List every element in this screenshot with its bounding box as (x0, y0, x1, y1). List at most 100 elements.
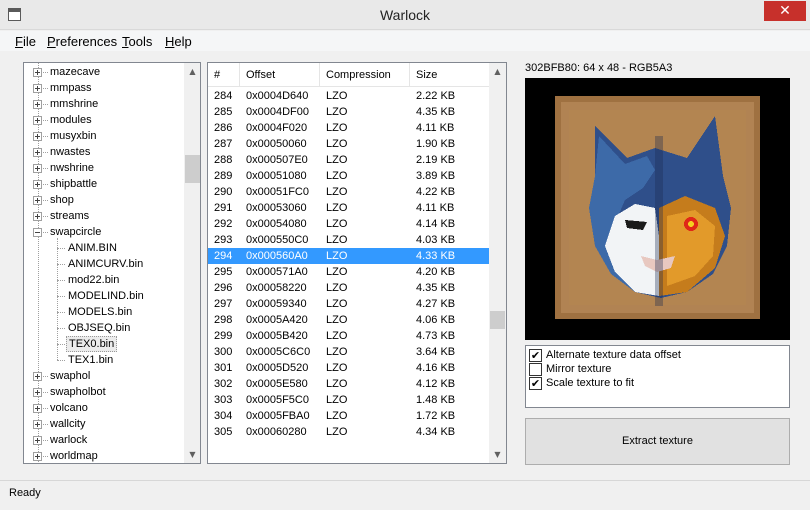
checkmark-icon[interactable]: ✔ (529, 377, 542, 390)
tree-file-item[interactable]: ANIMCURV.bin (24, 256, 182, 272)
scroll-up-icon[interactable]: ▲ (489, 63, 506, 80)
scroll-up-icon[interactable]: ▲ (184, 63, 200, 80)
list-row[interactable]: 292 0x00054080 LZO 4.14 KB (208, 216, 489, 232)
row-size: 4.73 KB (416, 330, 456, 342)
texture-image (555, 96, 760, 319)
row-number: 298 (214, 314, 233, 326)
expand-icon[interactable] (33, 212, 42, 221)
expand-icon[interactable] (33, 420, 42, 429)
list-row[interactable]: 290 0x00051FC0 LZO 4.22 KB (208, 184, 489, 200)
expand-icon[interactable] (33, 436, 42, 445)
expand-icon[interactable] (33, 100, 42, 109)
tree-folder-item[interactable]: musyxbin (24, 128, 182, 144)
scroll-thumb[interactable] (185, 155, 200, 183)
row-compression: LZO (326, 346, 348, 358)
tree-folder-item[interactable]: worldmap (24, 448, 182, 463)
list-row[interactable]: 295 0x000571A0 LZO 4.20 KB (208, 264, 489, 280)
file-tree[interactable]: mazecave mmpass mmshrine modules musyxbin nwa… (23, 62, 201, 464)
expand-icon[interactable] (33, 404, 42, 413)
column-header-number[interactable]: # (208, 63, 240, 87)
texture-caption: 302BFB80: 64 x 48 - RGB5A3 (525, 62, 673, 74)
expand-icon[interactable] (33, 84, 42, 93)
column-header-compression[interactable]: Compression (320, 63, 410, 87)
menu-tools[interactable]: Tools (122, 34, 152, 49)
row-size: 4.12 KB (416, 378, 456, 390)
list-row[interactable]: 286 0x0004F020 LZO 4.11 KB (208, 120, 489, 136)
tree-folder-item[interactable]: mmshrine (24, 96, 182, 112)
tree-file-item[interactable]: TEX1.bin (24, 352, 182, 368)
expand-icon[interactable] (33, 452, 42, 461)
scroll-down-icon[interactable]: ▼ (184, 446, 200, 463)
tree-folder-item[interactable]: swapcircle (24, 224, 182, 240)
row-number: 289 (214, 170, 233, 182)
list-row[interactable]: 288 0x000507E0 LZO 2.19 KB (208, 152, 489, 168)
expand-icon[interactable] (33, 180, 42, 189)
checkmark-icon[interactable]: ✔ (529, 349, 542, 362)
checkbox-box[interactable] (529, 363, 542, 376)
expand-icon[interactable] (33, 164, 42, 173)
row-offset: 0x0004D640 (246, 90, 309, 102)
tree-folder-item[interactable]: nwastes (24, 144, 182, 160)
tree-folder-item[interactable]: swaphol (24, 368, 182, 384)
list-row[interactable]: 287 0x00050060 LZO 1.90 KB (208, 136, 489, 152)
tree-file-item[interactable]: ANIM.BIN (24, 240, 182, 256)
tree-folder-item[interactable]: wallcity (24, 416, 182, 432)
list-row[interactable]: 299 0x0005B420 LZO 4.73 KB (208, 328, 489, 344)
list-row[interactable]: 304 0x0005FBA0 LZO 1.72 KB (208, 408, 489, 424)
list-row[interactable]: 300 0x0005C6C0 LZO 3.64 KB (208, 344, 489, 360)
tree-folder-item[interactable]: nwshrine (24, 160, 182, 176)
row-number: 304 (214, 410, 233, 422)
column-header-size[interactable]: Size (410, 63, 489, 87)
column-header-offset[interactable]: Offset (240, 63, 320, 87)
tree-file-item[interactable]: mod22.bin (24, 272, 182, 288)
tree-folder-item[interactable]: shipbattle (24, 176, 182, 192)
list-row[interactable]: 293 0x000550C0 LZO 4.03 KB (208, 232, 489, 248)
row-compression: LZO (326, 170, 348, 182)
close-icon[interactable]: ✕ (764, 1, 806, 21)
texture-list[interactable]: # Offset Compression Size 284 0x0004D640 L… (207, 62, 507, 464)
collapse-icon[interactable] (33, 228, 42, 237)
list-row[interactable]: 301 0x0005D520 LZO 4.16 KB (208, 360, 489, 376)
tree-folder-item[interactable]: modules (24, 112, 182, 128)
scroll-down-icon[interactable]: ▼ (489, 446, 506, 463)
list-row[interactable]: 284 0x0004D640 LZO 2.22 KB (208, 88, 489, 104)
list-row[interactable]: 291 0x00053060 LZO 4.11 KB (208, 200, 489, 216)
tree-folder-item[interactable]: warlock (24, 432, 182, 448)
list-row[interactable]: 305 0x00060280 LZO 4.34 KB (208, 424, 489, 440)
menu-help[interactable]: Help (165, 34, 192, 49)
list-row[interactable]: 294 0x000560A0 LZO 4.33 KB (208, 248, 489, 264)
expand-icon[interactable] (33, 68, 42, 77)
tree-folder-item[interactable]: mmpass (24, 80, 182, 96)
list-row[interactable]: 285 0x0004DF00 LZO 4.35 KB (208, 104, 489, 120)
expand-icon[interactable] (33, 372, 42, 381)
tree-folder-item[interactable]: mazecave (24, 64, 182, 80)
tree-folder-item[interactable]: streams (24, 208, 182, 224)
tree-folder-item[interactable]: volcano (24, 400, 182, 416)
expand-icon[interactable] (33, 196, 42, 205)
tree-folder-item[interactable]: swapholbot (24, 384, 182, 400)
tree-file-item[interactable]: OBJSEQ.bin (24, 320, 182, 336)
list-row[interactable]: 302 0x0005E580 LZO 4.12 KB (208, 376, 489, 392)
menu-file[interactable]: File (15, 34, 36, 49)
list-row[interactable]: 289 0x00051080 LZO 3.89 KB (208, 168, 489, 184)
menu-preferences[interactable]: Preferences (47, 34, 117, 49)
expand-icon[interactable] (33, 148, 42, 157)
tree-file-item[interactable]: TEX0.bin (24, 336, 182, 352)
row-offset: 0x0004DF00 (246, 106, 309, 118)
tree-file-item[interactable]: MODELS.bin (24, 304, 182, 320)
list-row[interactable]: 296 0x00058220 LZO 4.35 KB (208, 280, 489, 296)
list-row[interactable]: 298 0x0005A420 LZO 4.06 KB (208, 312, 489, 328)
expand-icon[interactable] (33, 388, 42, 397)
list-row[interactable]: 303 0x0005F5C0 LZO 1.48 KB (208, 392, 489, 408)
list-scrollbar[interactable]: ▲ ▼ (489, 63, 506, 463)
scroll-thumb[interactable] (490, 311, 505, 329)
tree-file-item[interactable]: MODELIND.bin (24, 288, 182, 304)
expand-icon[interactable] (33, 132, 42, 141)
list-row[interactable]: 297 0x00059340 LZO 4.27 KB (208, 296, 489, 312)
tree-folder-item[interactable]: shop (24, 192, 182, 208)
tree-scrollbar[interactable]: ▲ ▼ (184, 63, 200, 463)
expand-icon[interactable] (33, 116, 42, 125)
extract-texture-button[interactable]: Extract texture (525, 418, 790, 465)
row-compression: LZO (326, 362, 348, 374)
row-compression: LZO (326, 106, 348, 118)
